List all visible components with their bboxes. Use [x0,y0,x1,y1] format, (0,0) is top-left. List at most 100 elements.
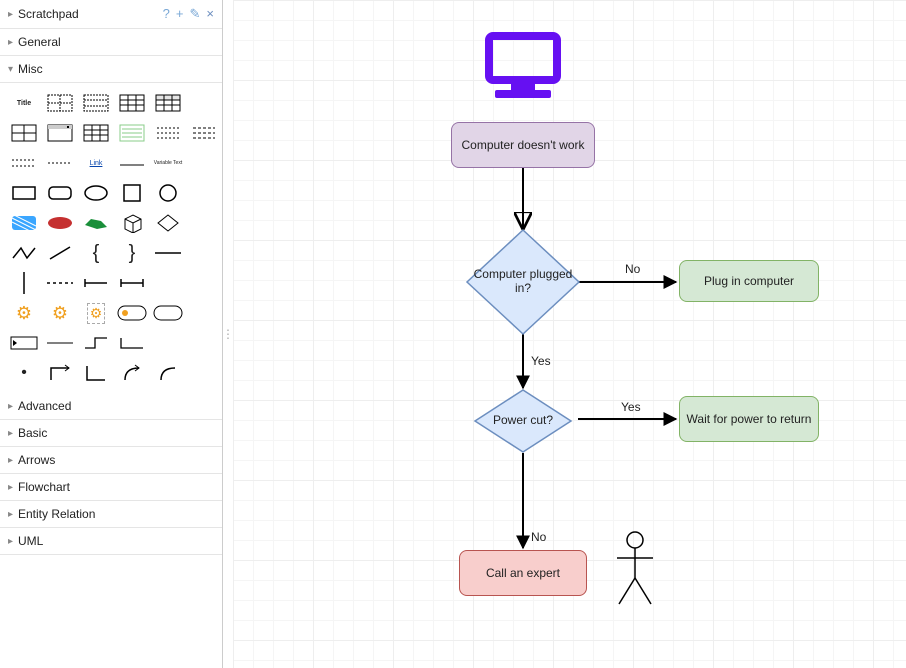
shape-ellipse[interactable] [80,181,112,205]
shape-empty2[interactable] [188,181,220,205]
section-label: Arrows [18,453,214,467]
node-start[interactable]: Computer doesn't work [451,122,595,168]
shape-diamond[interactable] [152,211,184,235]
shape-right-angle[interactable] [44,361,76,385]
sidebar-section-scratchpad[interactable]: ▸ Scratchpad ? + ✎ × [0,0,222,29]
shape-empty9[interactable] [188,331,220,355]
chevron-down-icon: ▾ [8,64,18,75]
shape-title[interactable]: Title [8,91,40,115]
close-icon[interactable]: × [206,6,214,22]
sidebar-section-misc[interactable]: ▾ Misc [0,56,222,83]
shape-blob-green[interactable] [80,211,112,235]
shape-dashed-grid[interactable] [44,91,76,115]
shape-curve-arrow[interactable] [116,361,148,385]
shape-empty4[interactable] [188,241,220,265]
shape-curve[interactable] [152,361,184,385]
sidebar-section-entity-relation[interactable]: ▸ Entity Relation [0,501,222,528]
section-label: UML [18,534,214,548]
shape-empty10[interactable] [188,361,220,385]
shape-circle[interactable] [152,181,184,205]
edge-label-d1-yes: Yes [531,354,551,368]
shape-thin-line[interactable] [44,331,76,355]
shape-bar-line[interactable] [80,271,112,295]
shape-pill-gear[interactable] [116,301,148,325]
shape-empty6[interactable] [188,271,220,295]
shape-empty8[interactable] [152,331,184,355]
shape-empty3[interactable] [188,211,220,235]
shape-square[interactable] [116,181,148,205]
diagram-canvas[interactable]: Computer doesn't work Computer plugged i… [233,0,906,668]
node-end[interactable]: Call an expert [459,550,587,596]
shape-dashed-grid-alt[interactable] [80,91,112,115]
shape-measure[interactable] [116,271,148,295]
shape-dot[interactable]: • [8,361,40,385]
node-label: Plug in computer [704,274,794,288]
shape-gear1[interactable]: ⚙ [8,301,40,325]
chevron-right-icon: ▸ [8,401,18,412]
edge-label-d1-no: No [625,262,640,276]
shape-gear2[interactable]: ⚙ [44,301,76,325]
shape-variable-text[interactable]: Variable Text [152,151,184,175]
section-label: Basic [18,426,214,440]
shape-tape[interactable] [8,331,40,355]
shape-rounded[interactable] [44,181,76,205]
shape-dashed-line[interactable] [44,151,76,175]
sidebar-section-advanced[interactable]: ▸ Advanced [0,393,222,420]
shape-crosstable[interactable] [8,121,40,145]
help-icon[interactable]: ? [163,6,170,22]
shape-gear-boxed[interactable]: ⚙ [80,301,112,325]
sidebar-splitter[interactable]: ⋮ [223,0,233,668]
shape-grid3x3[interactable] [80,121,112,145]
chevron-right-icon: ▸ [8,9,18,20]
shape-hline[interactable] [152,241,184,265]
shape-rect[interactable] [8,181,40,205]
chevron-right-icon: ▸ [8,509,18,520]
node-action-wait-power[interactable]: Wait for power to return [679,396,819,442]
shape-dash-hline[interactable] [44,271,76,295]
sidebar-section-flowchart[interactable]: ▸ Flowchart [0,474,222,501]
node-decision-plugged[interactable] [465,228,581,336]
shape-table-header[interactable] [152,91,184,115]
shape-step-h[interactable] [80,331,112,355]
shape-dashed-rule[interactable] [8,151,40,175]
sidebar-section-basic[interactable]: ▸ Basic [0,420,222,447]
shape-step-v[interactable] [116,331,148,355]
shape-vline[interactable] [8,271,40,295]
sidebar-section-general[interactable]: ▸ General [0,29,222,56]
shape-window[interactable] [44,121,76,145]
chevron-right-icon: ▸ [8,428,18,439]
shape-table[interactable] [116,91,148,115]
chevron-right-icon: ▸ [8,37,18,48]
shape-dashed-lines2[interactable] [188,121,220,145]
shape-empty7[interactable] [188,301,220,325]
app-root: ▸ Scratchpad ? + ✎ × ▸ General ▾ Misc Ti… [0,0,906,668]
shape-hatched-blue[interactable] [8,211,40,235]
scratchpad-tools: ? + ✎ × [163,6,214,22]
shape-cube[interactable] [116,211,148,235]
add-icon[interactable]: + [176,6,184,22]
node-action-plug-in[interactable]: Plug in computer [679,260,819,302]
shape-brace-right[interactable]: } [116,241,148,265]
shape-brace-left[interactable]: { [80,241,112,265]
shape-corner[interactable] [80,361,112,385]
section-label: Entity Relation [18,507,214,521]
shape-blob-red[interactable] [44,211,76,235]
sidebar-section-arrows[interactable]: ▸ Arrows [0,447,222,474]
node-decision-powercut[interactable] [473,388,573,454]
shape-underline[interactable] [116,151,148,175]
shape-list-green[interactable] [116,121,148,145]
monitor-icon[interactable] [481,32,565,102]
sidebar-section-uml[interactable]: ▸ UML [0,528,222,555]
shape-empty[interactable] [188,151,220,175]
shape-dashed-lines[interactable] [152,121,184,145]
shape-pill[interactable] [152,301,184,325]
shape-link[interactable]: Link [80,151,112,175]
shape-zigzag[interactable] [8,241,40,265]
shape-empty5[interactable] [152,271,184,295]
stick-figure-icon[interactable] [611,530,659,608]
misc-shape-palette: Title Link Variable Text [0,83,222,393]
shape-diag[interactable] [44,241,76,265]
edit-icon[interactable]: ✎ [190,6,201,22]
shape-blank[interactable] [188,91,220,115]
section-label: Advanced [18,399,214,413]
